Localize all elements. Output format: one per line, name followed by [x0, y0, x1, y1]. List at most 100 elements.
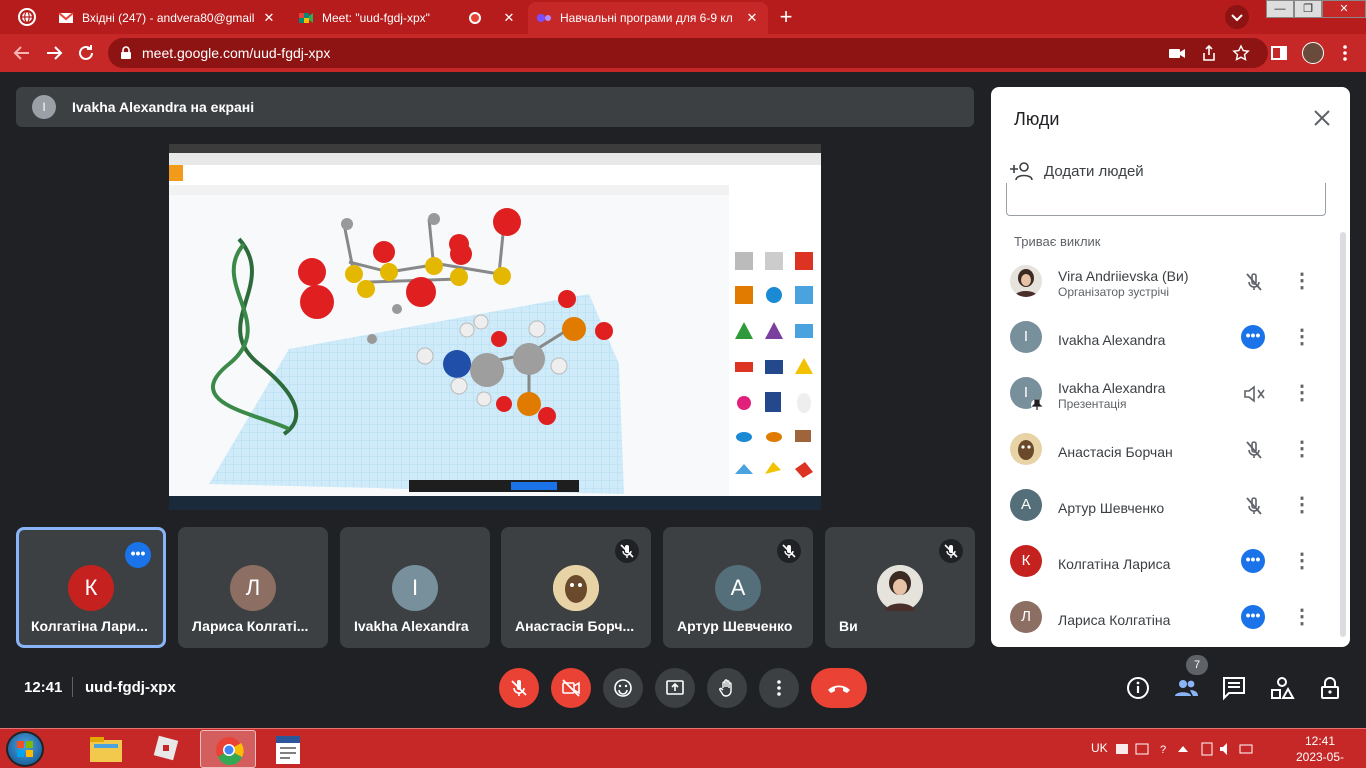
language-indicator[interactable]: UK [1091, 741, 1108, 755]
participant-tile[interactable]: ••• К Колгатіна Лари... [16, 527, 166, 648]
windows-taskbar: UK ? 12:41 2023-05-18 [0, 728, 1366, 768]
tray-icons[interactable]: ? [1114, 741, 1284, 757]
participant-tile[interactable]: I Ivakha Alexandra [340, 527, 490, 648]
presenting-text: Ivakha Alexandra на екрані [72, 99, 255, 115]
person-name: Ivakha Alexandra [1058, 332, 1166, 348]
address-bar[interactable]: meet.google.com/uud-fgdj-xpx [108, 38, 1268, 68]
meeting-controls-bar: 12:41 uud-fgdj-xpx 7 [0, 655, 1366, 725]
mic-off-icon [777, 539, 801, 563]
person-role: Презентація [1058, 397, 1127, 411]
avatar: А [715, 565, 761, 611]
document-app-icon[interactable] [260, 730, 316, 768]
forward-button[interactable] [42, 41, 66, 65]
shared-screen-image [169, 144, 821, 510]
present-screen-button[interactable] [655, 668, 695, 708]
mic-toggle-button[interactable] [499, 668, 539, 708]
search-people-input[interactable] [1006, 183, 1326, 216]
maximize-button[interactable]: ❐ [1294, 0, 1322, 18]
tab-search-icon[interactable] [18, 8, 36, 26]
profile-avatar[interactable] [1302, 42, 1324, 64]
participant-name: Артур Шевченко [677, 618, 793, 634]
raise-hand-button[interactable] [707, 668, 747, 708]
window-close-button[interactable]: ✕ [1322, 0, 1366, 18]
side-panel-icon[interactable] [1270, 44, 1288, 62]
new-tab-button[interactable]: + [772, 4, 800, 30]
person-row[interactable]: Анастасія Борчан ⋮ [991, 425, 1340, 481]
participant-tile[interactable]: Л Лариса Колгаті... [178, 527, 328, 648]
avatar: I [392, 565, 438, 611]
activities-icon[interactable] [1269, 675, 1295, 701]
person-name: Vira Andriievska (Ви) [1058, 268, 1189, 284]
person-options-button[interactable]: ⋮ [1289, 549, 1315, 575]
person-row[interactable]: Л Лариса Колгатіна ••• ⋮ [991, 593, 1340, 647]
start-button[interactable] [6, 731, 44, 767]
meeting-details-icon[interactable] [1125, 675, 1151, 701]
menu-icon[interactable] [1336, 44, 1354, 62]
person-options-button[interactable]: ⋮ [1289, 437, 1315, 463]
person-name: Колгатіна Лариса [1058, 556, 1171, 572]
people-panel: Люди Додати людей Триває виклик Vira And… [991, 87, 1350, 647]
person-row[interactable]: К Колгатіна Лариса ••• ⋮ [991, 537, 1340, 593]
back-button[interactable] [10, 41, 34, 65]
tab-programs[interactable]: Навчальні програми для 6-9 кл ✕ [528, 2, 768, 34]
tab-list-button[interactable] [1225, 5, 1249, 29]
taskbar-time: 12:41 [1304, 734, 1336, 748]
browser-toolbar: meet.google.com/uud-fgdj-xpx [0, 34, 1366, 72]
person-options-button[interactable]: ⋮ [1289, 605, 1315, 631]
person-row[interactable]: А Артур Шевченко ⋮ [991, 481, 1340, 537]
reload-button[interactable] [74, 41, 98, 65]
participant-name: Ви [839, 618, 858, 634]
person-row[interactable]: I Ivakha Alexandra ••• ⋮ [991, 313, 1340, 369]
close-icon[interactable] [1311, 107, 1333, 129]
person-name: Лариса Колгатіна [1058, 612, 1171, 628]
mic-off-icon [1241, 269, 1267, 295]
camera-toggle-button[interactable] [551, 668, 591, 708]
shared-screen[interactable] [169, 144, 821, 510]
participant-tile[interactable]: Анастасія Борч... [501, 527, 651, 648]
participant-name: Лариса Колгаті... [192, 618, 309, 634]
tab-close-icon[interactable]: ✕ [501, 10, 517, 26]
leave-call-button[interactable] [811, 668, 867, 708]
chrome-icon[interactable] [200, 730, 256, 768]
panel-scrollbar[interactable] [1340, 232, 1346, 637]
participant-tile-self[interactable]: Ви [825, 527, 975, 648]
person-options-button[interactable]: ⋮ [1289, 269, 1315, 295]
share-icon[interactable] [1200, 44, 1218, 62]
taskbar-date: 2023-05-18 [1295, 750, 1345, 768]
add-people-label: Додати людей [1044, 162, 1144, 180]
add-person-icon [1010, 162, 1033, 181]
tab-close-icon[interactable]: ✕ [261, 10, 277, 26]
participant-name: Колгатіна Лари... [31, 618, 148, 634]
person-row[interactable]: Vira Andriievska (Ви) Організатор зустрі… [991, 257, 1340, 313]
participant-tile[interactable]: А Артур Шевченко [663, 527, 813, 648]
bookmark-star-icon[interactable] [1232, 44, 1250, 62]
add-people-button[interactable]: Додати людей [1010, 161, 1144, 181]
meeting-time: 12:41 [24, 679, 63, 696]
person-row[interactable]: I Ivakha Alexandra Презентація ⋮ [991, 369, 1340, 425]
emoji-reactions-button[interactable] [603, 668, 643, 708]
taskbar-clock[interactable]: 12:41 2023-05-18 [1290, 733, 1350, 768]
url-text: meet.google.com/uud-fgdj-xpx [142, 45, 331, 61]
mic-off-icon [939, 539, 963, 563]
person-options-button[interactable]: ⋮ [1289, 325, 1315, 351]
people-icon[interactable] [1173, 675, 1199, 701]
avatar: I [1010, 321, 1042, 353]
tab-title: Meet: "uud-fgdj-xpx" [322, 11, 430, 25]
person-options-button[interactable]: ⋮ [1289, 493, 1315, 519]
roblox-icon[interactable] [138, 730, 194, 768]
avatar: А [1010, 489, 1042, 521]
minimize-button[interactable]: — [1266, 0, 1294, 18]
lock-icon[interactable] [120, 46, 132, 60]
people-count-badge: 7 [1186, 655, 1208, 675]
tab-meet[interactable]: Meet: "uud-fgdj-xpx" ✕ [290, 2, 525, 34]
speaking-indicator-icon: ••• [1241, 325, 1267, 351]
chat-icon[interactable] [1221, 675, 1247, 701]
more-options-button[interactable] [759, 668, 799, 708]
host-controls-icon[interactable] [1317, 675, 1343, 701]
camera-icon[interactable] [1168, 44, 1186, 62]
person-options-button[interactable]: ⋮ [1289, 381, 1315, 407]
tab-gmail[interactable]: Вхідні (247) - andvera80@gmail.c ✕ [50, 2, 285, 34]
file-explorer-icon[interactable] [78, 730, 134, 768]
tab-favicon-icon [536, 10, 552, 26]
tab-close-icon[interactable]: ✕ [744, 10, 760, 26]
